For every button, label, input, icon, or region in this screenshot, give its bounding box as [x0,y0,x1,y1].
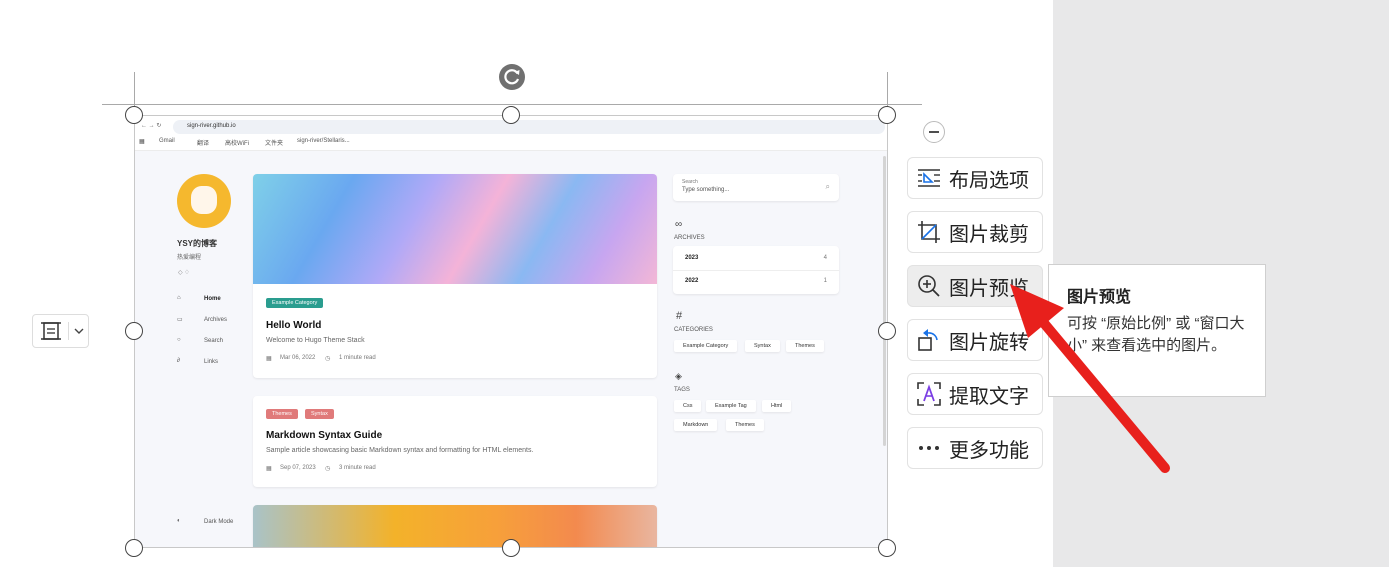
resize-handle-bottom[interactable] [502,539,520,557]
archive-count: 4 [823,255,827,261]
post-title[interactable]: Hello World [266,320,321,331]
rotate-handle[interactable] [499,64,525,90]
layout-options-icon [916,165,942,191]
search-icon: ○ [177,337,181,343]
layout-anchor-button[interactable] [32,314,89,348]
hash-icon: # [676,310,683,322]
crop-guide-top [102,104,922,105]
archive-count: 1 [823,278,827,284]
post-card[interactable]: Themes Syntax Markdown Syntax Guide Samp… [253,396,657,487]
clock-icon: ◷ [325,356,331,362]
more-icon [916,435,942,461]
post-card[interactable]: Example Category Hello World Welcome to … [253,174,657,378]
bookmark-translate: 翻译 [197,141,210,147]
nav-search[interactable]: Search [204,338,223,344]
selected-image[interactable]: ← → ↻ sign-river.github.io ▦ Gmail 翻译 高校… [134,115,888,548]
search-widget[interactable]: Search Type something... ⌕ [673,174,839,201]
site-title: YSY的博客 [177,239,218,248]
bookmark-github: sign-river/Stellaris... [297,138,350,144]
calendar-icon: ▦ [266,466,272,472]
search-label: Search [682,179,698,185]
home-icon: ⌂ [177,295,181,301]
category-chip[interactable]: Example Category [266,298,324,308]
post-cover-image [253,174,657,284]
layout-options-label: 布局选项 [949,169,1029,192]
post-summary: Sample article showcasing basic Markdown… [266,447,534,454]
resize-handle-left[interactable] [125,322,143,340]
extract-text-icon [916,381,942,407]
page-scrollbar[interactable] [883,156,886,446]
wrap-inline-icon [41,322,61,340]
resize-handle-top-left[interactable] [125,106,143,124]
link-icon: ∂ [177,358,180,364]
search-input[interactable]: Type something... [682,187,729,193]
nav-arrows-icon: ← → ↻ [141,123,162,129]
rotate-icon [504,69,520,85]
nav-links[interactable]: Links [204,359,218,365]
avatar [177,174,231,228]
tag-item[interactable]: Markdown [674,419,718,431]
bookmark-gmail: Gmail [159,138,175,144]
url-text: sign-river.github.io [187,123,236,129]
post-cover-image [253,505,657,547]
layout-options-button[interactable]: 布局选项 [907,157,1043,199]
apps-icon: ▦ [139,139,145,145]
tags-heading: TAGS [674,387,690,393]
category-tag[interactable]: Example Category [674,340,738,352]
search-icon: ⌕ [825,182,830,191]
social-icons: ◇ ♢ [178,270,190,276]
archive-icon: ▭ [177,317,183,323]
clock-icon: ◷ [325,466,331,472]
toggle-icon: ◐ [177,518,181,524]
minus-icon [929,131,939,133]
site-subtitle: 热爱编程 [177,255,202,261]
tag-item[interactable]: Css [674,400,702,412]
read-time: 1 minute read [339,355,376,361]
archives-heading: ARCHIVES [674,235,705,241]
archive-year[interactable]: 2023 [685,255,698,261]
resize-handle-top-right[interactable] [878,106,896,124]
bookmark-folder: 文件夹 [265,141,284,147]
infinity-icon: ∞ [675,219,683,230]
annotation-arrow-icon [1010,284,1170,473]
categories-heading: CATEGORIES [674,327,713,333]
crop-label: 图片裁剪 [949,223,1029,246]
rotate-icon [916,327,942,353]
read-time: 3 minute read [339,465,376,471]
category-chip[interactable]: Syntax [305,409,334,419]
tag-item[interactable]: Themes [726,419,764,431]
nav-archives[interactable]: Archives [204,317,227,323]
chevron-down-icon [74,328,84,334]
tag-item[interactable]: Html [762,400,792,412]
resize-handle-top[interactable] [502,106,520,124]
crop-icon [916,219,942,245]
archive-year[interactable]: 2022 [685,278,698,284]
nav-home[interactable]: Home [204,296,221,302]
tag-item[interactable]: Example Tag [706,400,756,412]
zoom-in-icon [916,273,942,299]
post-date: Mar 06, 2022 [280,355,316,361]
category-tag[interactable]: Themes [786,340,824,352]
category-tag[interactable]: Syntax [745,340,780,352]
calendar-icon: ▦ [266,356,272,362]
resize-handle-right[interactable] [878,322,896,340]
post-card[interactable] [253,505,657,547]
category-chip[interactable]: Themes [266,409,298,419]
collapse-toolbar-button[interactable] [923,121,945,143]
bookmark-wifi: 高校WiFi [225,141,249,147]
archives-widget: 2023 4 2022 1 [673,246,839,294]
address-bar: sign-river.github.io [173,120,885,134]
post-title[interactable]: Markdown Syntax Guide [266,430,382,441]
post-summary: Welcome to Hugo Theme Stack [266,337,365,344]
resize-handle-bottom-right[interactable] [878,539,896,557]
post-date: Sep 07, 2023 [280,465,316,471]
crop-button[interactable]: 图片裁剪 [907,211,1043,253]
dark-mode-toggle[interactable]: Dark Mode [204,519,233,525]
document-canvas: ← → ↻ sign-river.github.io ▦ Gmail 翻译 高校… [0,0,1389,567]
tag-icon: ◈ [675,371,682,381]
resize-handle-bottom-left[interactable] [125,539,143,557]
